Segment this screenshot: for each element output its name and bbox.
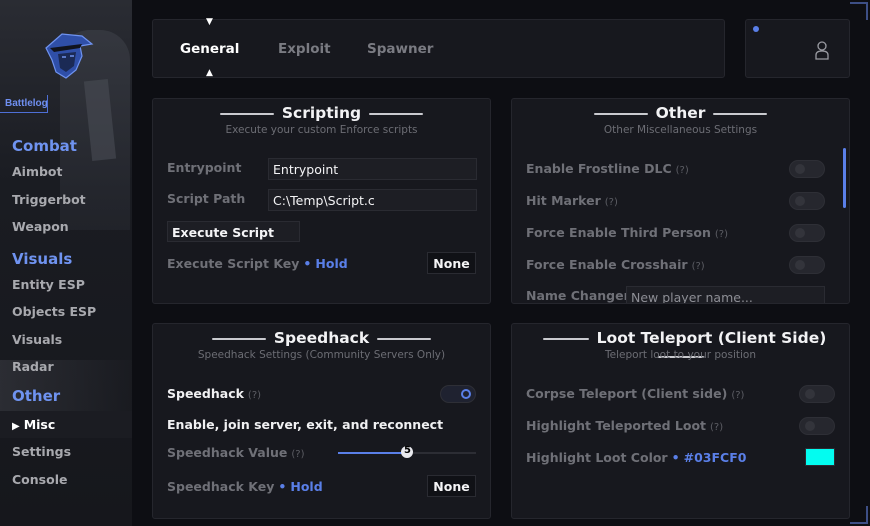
crosshair-toggle[interactable] — [789, 256, 825, 274]
execute-script-button[interactable]: Execute Script — [167, 221, 300, 242]
help-icon[interactable]: (?) — [710, 422, 723, 433]
execute-script-key-row: Execute Script Key • Hold — [167, 256, 348, 271]
highlight-loot-color-label: Highlight Loot Color — [526, 450, 668, 465]
logo-icon — [45, 33, 94, 79]
sidebar-item-radar[interactable]: Radar — [0, 353, 132, 381]
hit-marker-toggle[interactable] — [789, 192, 825, 210]
help-icon[interactable]: (?) — [715, 229, 728, 240]
tab-exploit[interactable]: Exploit — [278, 41, 331, 57]
panel-title-text: Loot Teleport (Client Side) — [596, 329, 827, 347]
script-path-input[interactable]: C:\Temp\Script.c — [268, 189, 477, 211]
other-panel: Other Other Miscellaneous Settings Enabl… — [511, 98, 850, 304]
other-scrollbar[interactable] — [843, 148, 846, 208]
speedhack-panel: Speedhack Speedhack Settings (Community … — [152, 323, 491, 519]
speedhack-title: Speedhack — [153, 329, 490, 347]
status-dot-icon — [753, 26, 759, 32]
speedhack-subtitle: Speedhack Settings (Community Servers On… — [197, 349, 446, 361]
third-person-label: Force Enable Third Person (?) — [526, 225, 728, 240]
loot-color-swatch[interactable] — [805, 448, 835, 466]
sidebar-item-misc[interactable]: ▶ Misc — [0, 410, 132, 438]
scripting-title: Scripting — [153, 104, 490, 122]
sidebar-nav: Combat Aimbot Triggerbot Weapon Visuals … — [0, 134, 132, 493]
help-icon[interactable]: (?) — [248, 390, 261, 401]
help-icon[interactable]: (?) — [692, 261, 705, 272]
play-arrow-icon: ▶ — [12, 420, 20, 432]
corpse-teleport-label: Corpse Teleport (Client side) (?) — [526, 386, 745, 401]
key-mode-hold[interactable]: Hold — [315, 256, 347, 271]
color-hex-value: #03FCF0 — [683, 450, 747, 465]
sidebar-category-combat: Combat — [12, 137, 77, 155]
panel-title-text: Scripting — [281, 104, 362, 122]
speedhack-value-label: Speedhack Value (?) — [167, 445, 305, 460]
frostline-dlc-toggle[interactable] — [789, 160, 825, 178]
tab-general[interactable]: General — [180, 41, 239, 57]
tab-indicator-up-icon: ▲ — [206, 68, 213, 78]
sidebar-item-aimbot[interactable]: Aimbot — [0, 158, 132, 186]
sidebar-item-visuals[interactable]: Visuals — [0, 326, 132, 354]
name-changer-label: Name Changer — [526, 288, 630, 303]
other-title: Other — [512, 104, 849, 122]
corner-bracket-tr — [850, 2, 868, 20]
user-icon[interactable] — [814, 40, 830, 60]
sidebar-item-objects-esp[interactable]: Objects ESP — [0, 298, 132, 326]
panel-title-text: Other — [655, 104, 706, 122]
entrypoint-input[interactable]: Entrypoint — [268, 158, 477, 180]
speedhack-key-label: Speedhack Key — [167, 479, 275, 494]
corner-bracket-br — [850, 506, 868, 524]
sidebar-category-other: Other — [12, 386, 61, 405]
help-icon[interactable]: (?) — [676, 165, 689, 176]
help-icon[interactable]: (?) — [731, 390, 744, 401]
highlight-loot-color-row: Highlight Loot Color • #03FCF0 — [526, 450, 747, 465]
user-panel — [745, 19, 850, 78]
corpse-teleport-toggle[interactable] — [799, 385, 835, 403]
speedhack-label: Speedhack (?) — [167, 386, 262, 401]
highlight-loot-toggle[interactable] — [799, 417, 835, 435]
sidebar-item-console[interactable]: Console — [0, 466, 132, 494]
scripting-panel: Scripting Execute your custom Enforce sc… — [152, 98, 491, 304]
frostline-dlc-label: Enable Frostline DLC (?) — [526, 161, 689, 176]
sidebar-item-settings[interactable]: Settings — [0, 438, 132, 466]
sidebar: Battlelog Combat Aimbot Triggerbot Weapo… — [0, 0, 132, 526]
sidebar-item-weapon[interactable]: Weapon — [0, 213, 132, 241]
speedhack-value: 5 — [404, 445, 411, 456]
crosshair-label: Force Enable Crosshair (?) — [526, 257, 705, 272]
panel-title-text: Speedhack — [273, 329, 370, 347]
speedhack-slider-fill — [338, 452, 407, 454]
tab-bar: ▼ General ▲ Exploit Spawner — [152, 17, 725, 78]
loot-teleport-panel: Loot Teleport (Client Side) Teleport loo… — [511, 323, 850, 519]
speedhack-key-button[interactable]: None — [427, 475, 476, 497]
tab-indicator-down-icon: ▼ — [206, 17, 213, 27]
help-icon[interactable]: (?) — [605, 197, 618, 208]
sidebar-item-triggerbot[interactable]: Triggerbot — [0, 186, 132, 214]
key-mode-hold[interactable]: Hold — [290, 479, 322, 494]
loot-teleport-subtitle: Teleport loot to your position — [605, 349, 756, 361]
scripting-subtitle: Execute your custom Enforce scripts — [225, 124, 418, 136]
name-changer-input[interactable]: New player name... — [626, 286, 825, 303]
help-icon[interactable]: (?) — [291, 449, 304, 460]
speedhack-toggle[interactable] — [440, 385, 476, 403]
speedhack-note: Enable, join server, exit, and reconnect — [167, 417, 444, 432]
brand-label: Battlelog — [0, 95, 48, 113]
third-person-toggle[interactable] — [789, 224, 825, 242]
entrypoint-label: Entrypoint — [167, 160, 242, 175]
sidebar-item-entity-esp[interactable]: Entity ESP — [0, 271, 132, 299]
tab-spawner[interactable]: Spawner — [367, 41, 433, 57]
execute-script-key-label: Execute Script Key — [167, 256, 300, 271]
other-subtitle: Other Miscellaneous Settings — [603, 124, 758, 136]
sidebar-item-label: Misc — [23, 416, 56, 432]
highlight-loot-label: Highlight Teleported Loot (?) — [526, 418, 724, 433]
script-path-label: Script Path — [167, 191, 246, 206]
sidebar-category-visuals: Visuals — [12, 249, 73, 268]
execute-script-key-button[interactable]: None — [427, 252, 476, 274]
speedhack-key-row: Speedhack Key • Hold — [167, 479, 323, 494]
hit-marker-label: Hit Marker (?) — [526, 193, 618, 208]
